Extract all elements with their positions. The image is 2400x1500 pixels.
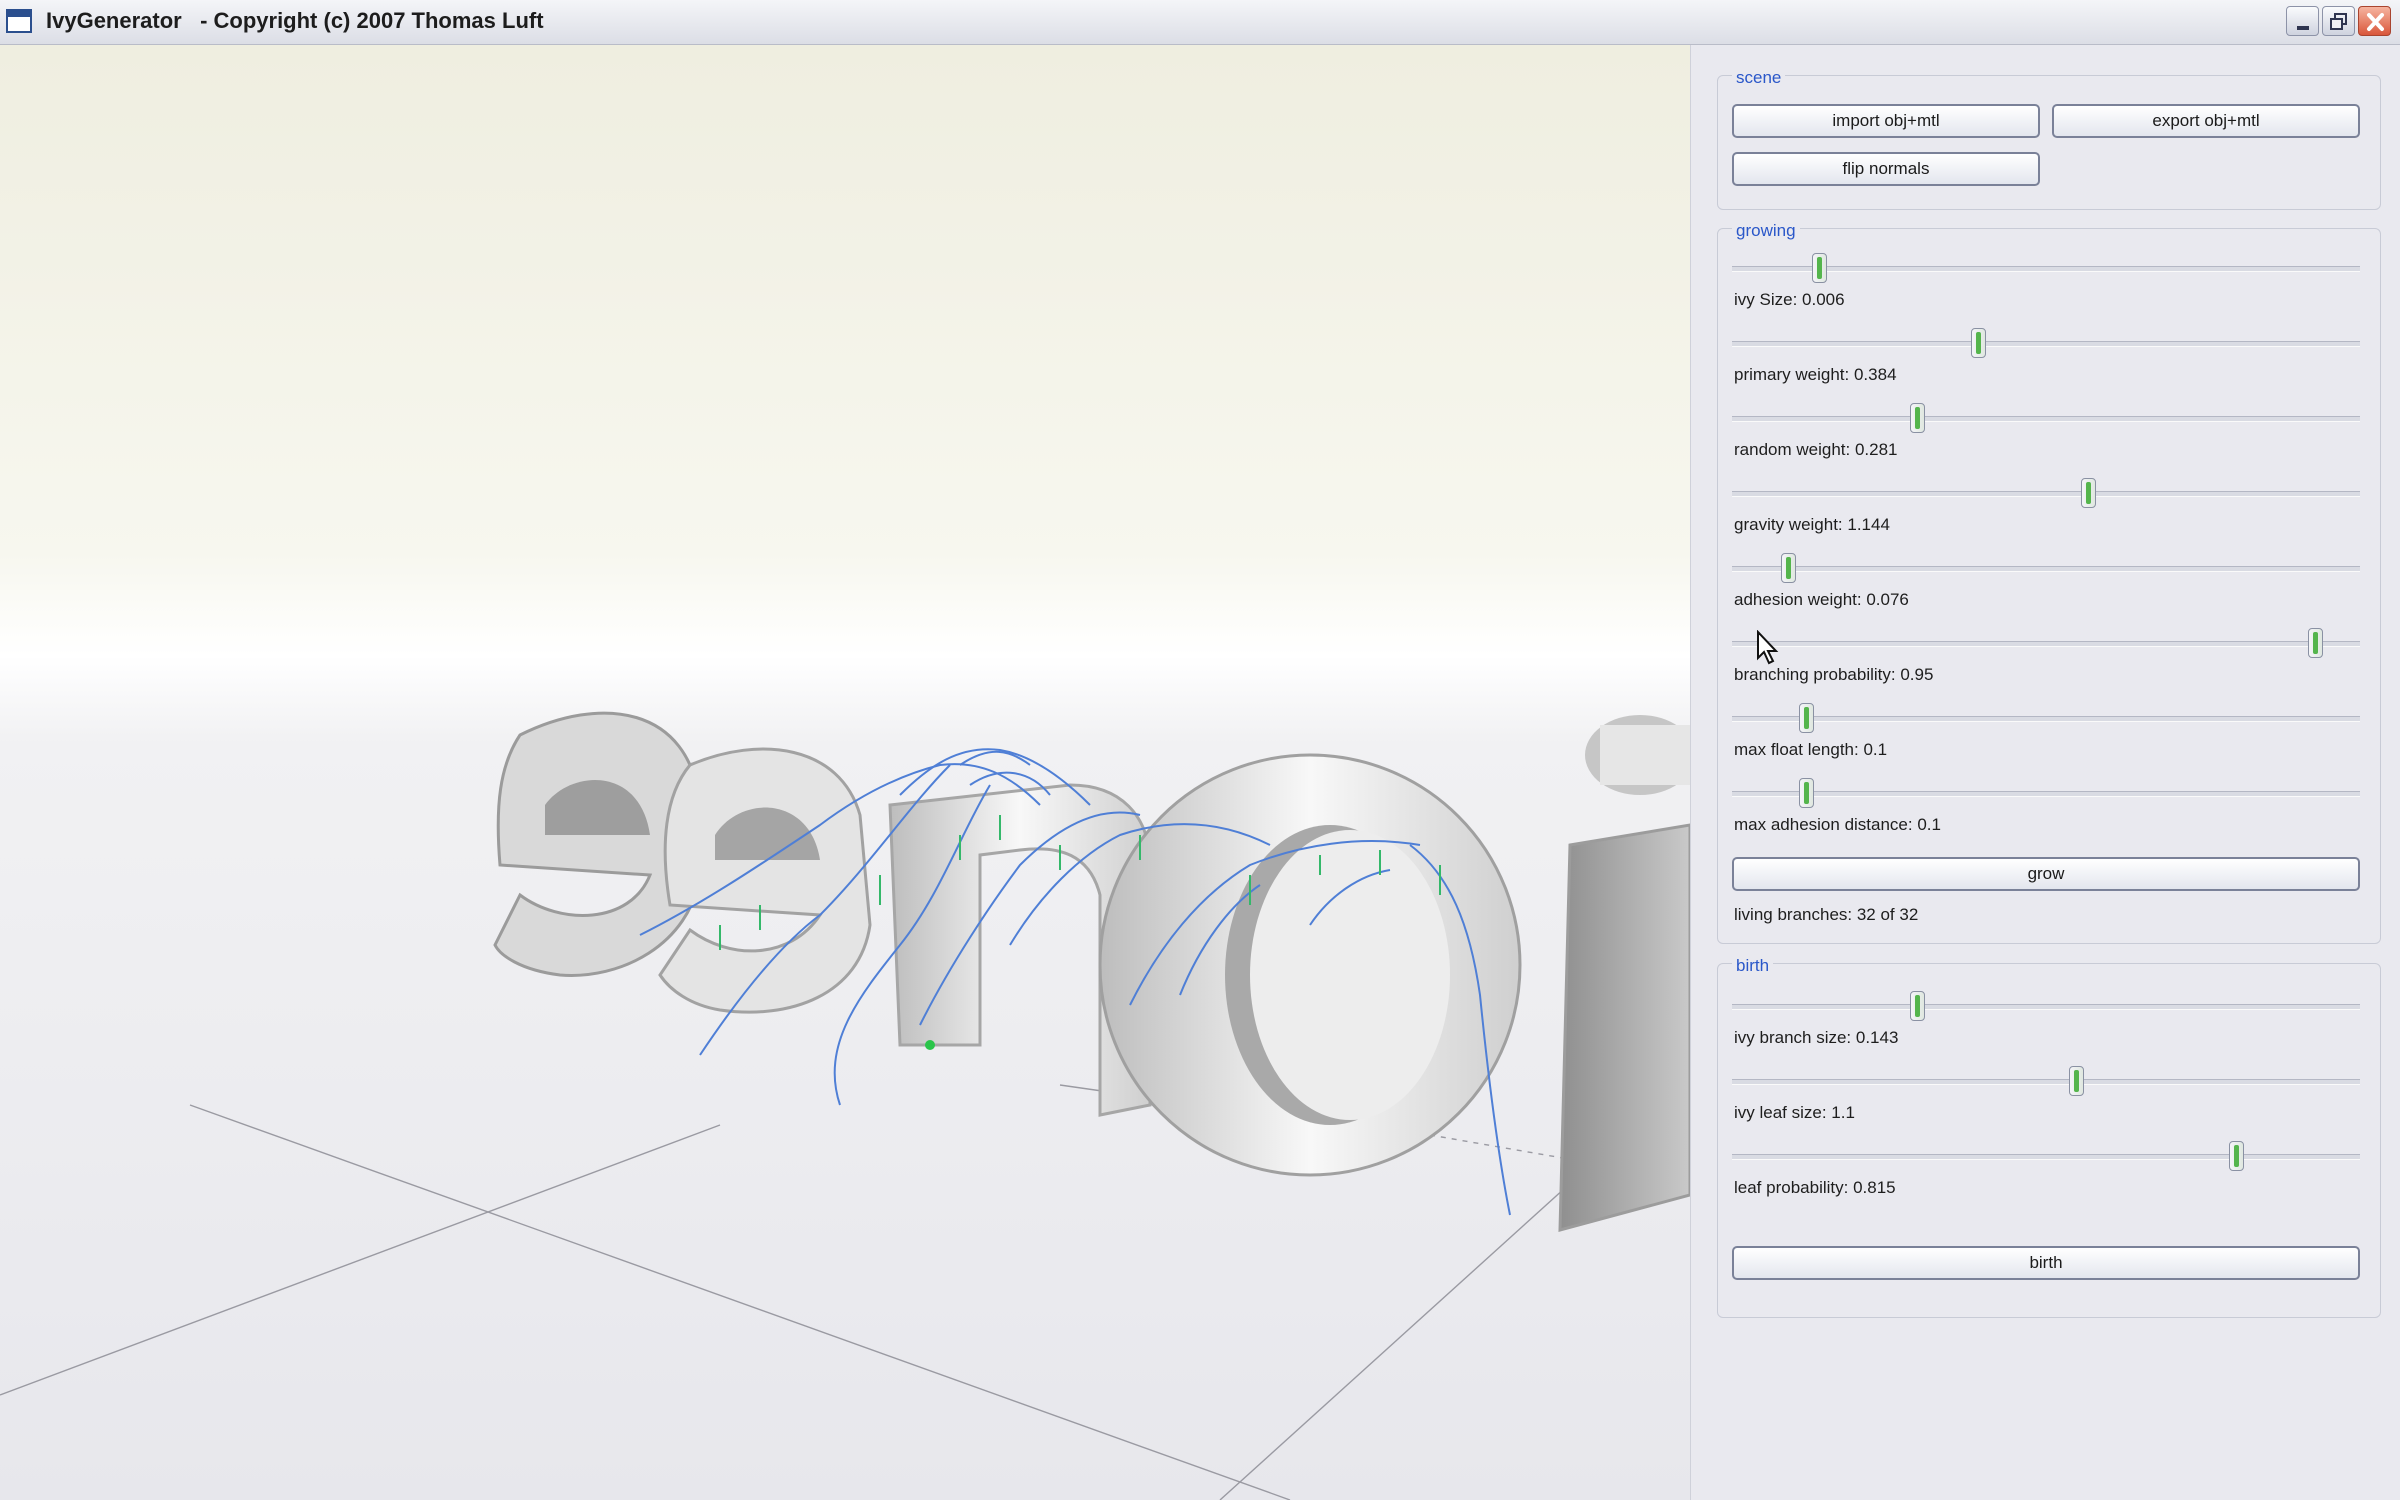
3d-viewport[interactable] (0, 45, 1690, 1500)
max-float-length-slider-thumb[interactable] (1799, 703, 1815, 733)
branching-probability-label: branching probability: 0.95 (1734, 665, 1934, 684)
ivy-branch-size-slider[interactable] (1732, 1004, 2360, 1010)
export-obj-mtl-button[interactable]: export obj+mtl (2052, 104, 2360, 138)
ivy-leaf-size-slider[interactable] (1732, 1079, 2360, 1085)
scene-group: scene import obj+mtl export obj+mtl flip… (1717, 68, 2381, 210)
scene-group-title: scene (1732, 68, 1786, 88)
max-float-length-label: max float length: 0.1 (1734, 740, 1888, 759)
branching-probability-slider-thumb[interactable] (2308, 628, 2324, 658)
ivy-branch-size-label: ivy branch size: 0.143 (1734, 1028, 1899, 1047)
close-icon (2367, 13, 2384, 31)
branching-probability-slider[interactable] (1732, 641, 2360, 647)
app-window-icon[interactable] (6, 9, 32, 33)
adhesion-weight-slider[interactable] (1732, 566, 2360, 572)
close-button[interactable] (2358, 6, 2391, 36)
living-branches-status: living branches: 32 of 32 (1734, 905, 1919, 924)
sky-background (0, 45, 1690, 1500)
ivy-leaf-size-slider-thumb[interactable] (2069, 1066, 2085, 1096)
adhesion-weight-slider-thumb[interactable] (1781, 553, 1797, 583)
maximize-button[interactable] (2322, 6, 2355, 36)
gravity-weight-slider-thumb[interactable] (2081, 478, 2097, 508)
birth-group: birth ivy branch size: 0.143 ivy leaf siz… (1717, 956, 2381, 1318)
max-adhesion-distance-slider-thumb[interactable] (1799, 778, 1815, 808)
control-panel: scene import obj+mtl export obj+mtl flip… (1690, 45, 2400, 1500)
title-bar: IvyGenerator - Copyright (c) 2007 Thomas… (0, 0, 2400, 45)
minimize-button[interactable] (2286, 6, 2319, 36)
random-weight-label: random weight: 0.281 (1734, 440, 1898, 459)
maximize-icon (2330, 13, 2347, 30)
primary-weight-slider[interactable] (1732, 341, 2360, 347)
leaf-probability-slider-thumb[interactable] (2228, 1141, 2244, 1171)
mouse-pointer-icon (1757, 630, 1779, 665)
primary-weight-label: primary weight: 0.384 (1734, 365, 1897, 384)
window-title: IvyGenerator - Copyright (c) 2007 Thomas… (46, 8, 544, 33)
leaf-probability-slider[interactable] (1732, 1154, 2360, 1160)
growing-group: growing ivy Size: 0.006 primary weight: 0… (1717, 221, 2381, 944)
birth-button[interactable]: birth (1732, 1246, 2360, 1280)
gravity-weight-slider[interactable] (1732, 491, 2360, 497)
ivy-size-label: ivy Size: 0.006 (1734, 290, 1845, 309)
flip-normals-button[interactable]: flip normals (1732, 152, 2040, 186)
minimize-icon (2297, 26, 2309, 30)
random-weight-slider-thumb[interactable] (1909, 403, 1925, 433)
import-obj-mtl-button[interactable]: import obj+mtl (1732, 104, 2040, 138)
adhesion-weight-label: adhesion weight: 0.076 (1734, 590, 1909, 609)
birth-group-title: birth (1732, 956, 1774, 976)
ivy-branch-size-slider-thumb[interactable] (1909, 991, 1925, 1021)
grow-button[interactable]: grow (1732, 857, 2360, 891)
random-weight-slider[interactable] (1732, 416, 2360, 422)
max-float-length-slider[interactable] (1732, 716, 2360, 722)
max-adhesion-distance-label: max adhesion distance: 0.1 (1734, 815, 1941, 834)
primary-weight-slider-thumb[interactable] (1971, 328, 1987, 358)
ivy-seed-point (925, 1040, 935, 1050)
ivy-leaf-size-label: ivy leaf size: 1.1 (1734, 1103, 1855, 1122)
leaf-probability-label: leaf probability: 0.815 (1734, 1178, 1896, 1197)
ivy-size-slider-thumb[interactable] (1811, 253, 1827, 283)
growing-group-title: growing (1732, 221, 1800, 241)
gravity-weight-label: gravity weight: 1.144 (1734, 515, 1890, 534)
max-adhesion-distance-slider[interactable] (1732, 791, 2360, 797)
